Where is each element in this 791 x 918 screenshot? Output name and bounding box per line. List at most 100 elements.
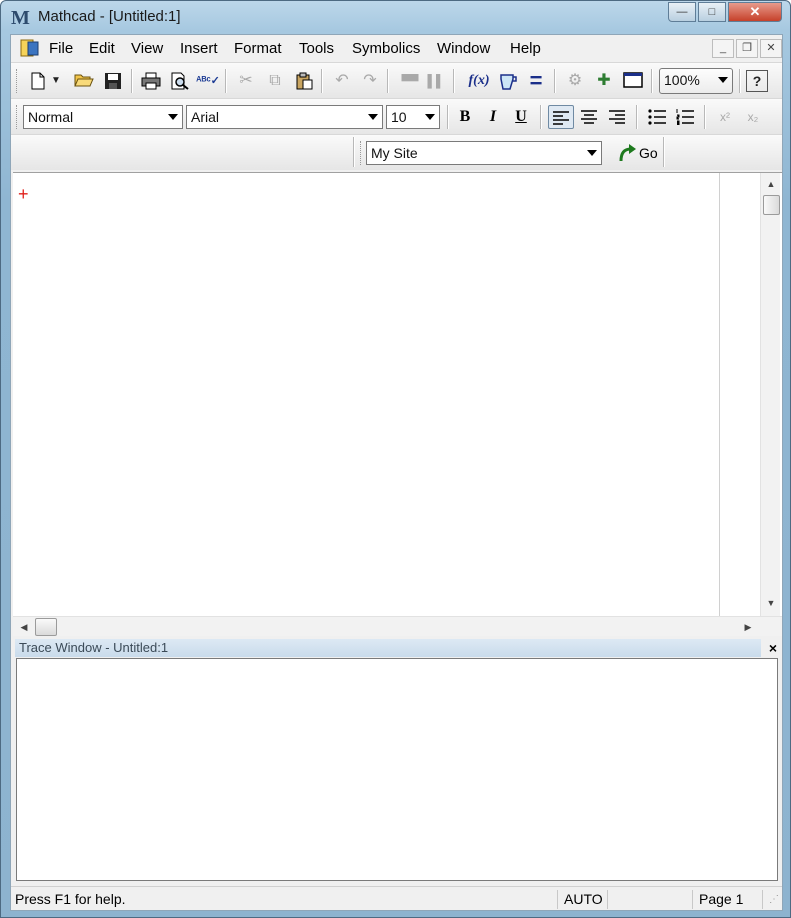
menu-format[interactable]: Format: [234, 40, 282, 57]
mdi-restore-button[interactable]: ❐: [736, 39, 758, 58]
menu-window[interactable]: Window: [437, 40, 490, 57]
help-icon[interactable]: ?: [746, 70, 768, 92]
font-select[interactable]: Arial: [186, 105, 383, 129]
chevron-down-icon: [368, 114, 378, 120]
align-right-icon: [609, 110, 625, 124]
go-label: Go: [639, 145, 658, 161]
new-dropdown-icon[interactable]: ▼: [49, 68, 63, 94]
menu-edit[interactable]: Edit: [89, 40, 115, 57]
font-value: Arial: [191, 109, 220, 125]
formatting-toolbar: Normal Arial 10 B I U x² x₂: [11, 98, 782, 134]
chevron-down-icon: [718, 77, 728, 83]
redo-icon[interactable]: ↷: [357, 68, 383, 94]
scroll-left-icon[interactable]: ◀: [15, 617, 33, 637]
scroll-right-icon[interactable]: ▶: [739, 617, 757, 637]
underline-button[interactable]: U: [508, 105, 534, 129]
menu-tools[interactable]: Tools: [299, 40, 334, 57]
site-value: My Site: [371, 145, 418, 161]
status-mode: AUTO: [557, 890, 607, 909]
component-icon[interactable]: ⚙: [562, 68, 588, 94]
style-value: Normal: [28, 109, 74, 125]
menu-file[interactable]: File: [49, 40, 73, 57]
calculate-icon[interactable]: =: [523, 68, 549, 94]
insert-unit-icon[interactable]: [495, 68, 521, 94]
horizontal-scroll-thumb[interactable]: [35, 618, 57, 636]
horizontal-scrollbar[interactable]: ◀ ▶: [13, 616, 782, 636]
subscript-button[interactable]: x₂: [740, 105, 766, 129]
standard-toolbar: ▼ ᴬᴮᶜ✓ ✂ ⧉ ↶ ↷ ▀▀ ▌▌ f(x) = ⚙ ✚ 100% ?: [11, 62, 782, 98]
save-icon[interactable]: [100, 68, 126, 94]
new-document-icon[interactable]: [25, 68, 51, 94]
go-arrow-icon: [619, 144, 636, 162]
align-left-button[interactable]: [548, 105, 574, 129]
mathcad-logo-icon: M: [11, 7, 30, 29]
resize-grip-icon[interactable]: ⋰: [762, 890, 782, 909]
toolbar-grip[interactable]: [16, 105, 19, 129]
chevron-down-icon: [587, 150, 597, 156]
document-icon[interactable]: [20, 39, 40, 57]
menu-view[interactable]: View: [131, 40, 163, 57]
numbering-button[interactable]: [672, 105, 698, 129]
app-window: M Mathcad - [Untitled:1] — □ ✕ File Edit…: [0, 0, 791, 918]
trace-window-body[interactable]: [16, 658, 778, 881]
bullet-list-icon: [648, 109, 666, 125]
print-preview-icon[interactable]: [167, 68, 193, 94]
undo-icon[interactable]: ↶: [329, 68, 355, 94]
trace-window-header: Trace Window - Untitled:1 ×: [13, 638, 782, 658]
open-folder-icon[interactable]: [71, 68, 97, 94]
align-top-icon[interactable]: ▀▀: [397, 68, 423, 94]
trace-close-icon[interactable]: ×: [765, 639, 781, 657]
go-button[interactable]: Go: [615, 141, 658, 165]
site-select[interactable]: My Site: [366, 141, 602, 165]
status-blank: [607, 890, 692, 909]
close-button[interactable]: ✕: [728, 2, 782, 22]
maximize-button[interactable]: □: [698, 2, 726, 22]
menu-help[interactable]: Help: [510, 40, 541, 57]
align-right-button[interactable]: [604, 105, 630, 129]
font-size-value: 10: [391, 109, 407, 125]
worksheet-area[interactable]: + ▲ ▼: [13, 172, 782, 616]
minimize-button[interactable]: —: [668, 2, 696, 22]
vertical-scroll-thumb[interactable]: [763, 195, 780, 215]
align-left-icon[interactable]: ▌▌: [423, 68, 449, 94]
title-bar[interactable]: M Mathcad - [Untitled:1] — □ ✕: [1, 1, 790, 34]
toolbar-grip[interactable]: [16, 69, 19, 93]
status-page: Page 1: [692, 890, 762, 909]
bullets-button[interactable]: [644, 105, 670, 129]
superscript-button[interactable]: x²: [712, 105, 738, 129]
copy-icon[interactable]: ⧉: [262, 68, 288, 94]
scroll-down-icon[interactable]: ▼: [761, 594, 781, 612]
menu-insert[interactable]: Insert: [180, 40, 218, 57]
menu-bar: File Edit View Insert Format Tools Symbo…: [11, 35, 782, 61]
mdi-close-button[interactable]: ✕: [760, 39, 782, 58]
zoom-select[interactable]: 100%: [659, 68, 733, 94]
client-area: File Edit View Insert Format Tools Symbo…: [10, 34, 783, 911]
insert-function-icon[interactable]: f(x): [466, 68, 492, 94]
align-center-icon: [581, 110, 597, 124]
style-select[interactable]: Normal: [23, 105, 183, 129]
cut-icon[interactable]: ✂: [233, 68, 259, 94]
bold-button[interactable]: B: [452, 105, 478, 129]
menu-symbolics[interactable]: Symbolics: [352, 40, 420, 57]
vertical-scrollbar[interactable]: ▲ ▼: [760, 173, 780, 616]
status-help-text: Press F1 for help.: [15, 891, 126, 907]
scroll-up-icon[interactable]: ▲: [761, 175, 781, 193]
mdi-minimize-button[interactable]: _: [712, 39, 734, 58]
resources-icon[interactable]: ✚: [591, 68, 617, 94]
spell-check-icon[interactable]: ᴬᴮᶜ✓: [195, 68, 221, 94]
font-size-select[interactable]: 10: [386, 105, 440, 129]
print-icon[interactable]: [138, 68, 164, 94]
italic-button[interactable]: I: [480, 105, 506, 129]
window-view-icon[interactable]: [620, 68, 646, 94]
align-left-icon: [553, 111, 569, 125]
chevron-down-icon: [168, 114, 178, 120]
trace-window-title[interactable]: Trace Window - Untitled:1: [15, 639, 761, 657]
right-margin-line: [719, 173, 720, 616]
resources-toolbar: My Site Go: [11, 134, 782, 170]
numbered-list-icon: [676, 109, 694, 126]
paste-icon[interactable]: [291, 68, 317, 94]
insertion-cursor: +: [18, 184, 29, 204]
window-title: Mathcad - [Untitled:1]: [38, 8, 181, 25]
toolbar-grip[interactable]: [360, 141, 363, 165]
align-center-button[interactable]: [576, 105, 602, 129]
